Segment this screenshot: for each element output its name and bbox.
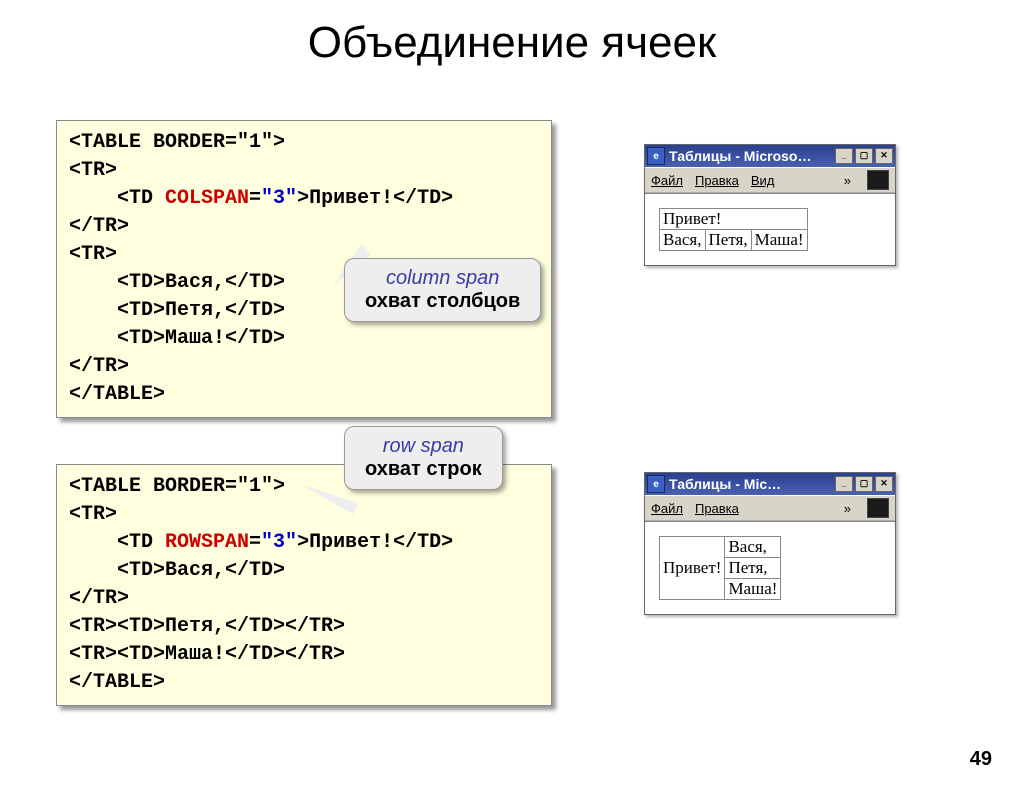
- window-title: Таблицы - Microso…: [669, 148, 811, 164]
- close-button[interactable]: ✕: [875, 476, 893, 492]
- callout-line-2: охват строк: [365, 458, 482, 481]
- maximize-button[interactable]: ▢: [855, 476, 873, 492]
- rendered-table-rowspan: Привет! Вася, Петя, Маша!: [659, 536, 781, 600]
- cell: Вася,: [725, 537, 781, 558]
- callout-column-span: column span охват столбцов: [344, 258, 541, 322]
- code-block-rowspan: <TABLE BORDER="1"> <TR> <TD ROWSPAN="3">…: [56, 464, 552, 706]
- menu-more-icon[interactable]: »: [844, 501, 851, 516]
- cell: Маша!: [751, 230, 807, 251]
- cell: Привет!: [660, 209, 808, 230]
- slide-title: Объединение ячеек: [0, 18, 1024, 68]
- rendered-table-colspan: Привет! Вася, Петя, Маша!: [659, 208, 808, 251]
- ie-icon: e: [647, 475, 665, 493]
- cell: Привет!: [660, 537, 725, 600]
- client-area: Привет! Вася, Петя, Маша!: [645, 521, 895, 614]
- menubar: Файл Правка Вид »: [645, 167, 895, 193]
- throbber-icon: [867, 170, 889, 190]
- callout-line-2: охват столбцов: [365, 290, 520, 313]
- keyword-rowspan: ROWSPAN: [165, 531, 249, 554]
- titlebar: e Таблицы - Microso… _ ▢ ✕: [645, 145, 895, 167]
- browser-window-rowspan: e Таблицы - Mic… _ ▢ ✕ Файл Правка » При…: [644, 472, 896, 615]
- cell: Вася,: [660, 230, 706, 251]
- callout-line-1: row span: [365, 435, 482, 458]
- throbber-icon: [867, 498, 889, 518]
- cell: Маша!: [725, 579, 781, 600]
- maximize-button[interactable]: ▢: [855, 148, 873, 164]
- cell: Петя,: [705, 230, 751, 251]
- menu-edit[interactable]: Правка: [695, 173, 739, 188]
- menu-file[interactable]: Файл: [651, 173, 683, 188]
- menu-file[interactable]: Файл: [651, 501, 683, 516]
- callout-line-1: column span: [365, 267, 520, 290]
- menubar: Файл Правка »: [645, 495, 895, 521]
- window-title: Таблицы - Mic…: [669, 476, 781, 492]
- minimize-button[interactable]: _: [835, 148, 853, 164]
- page-number: 49: [970, 748, 992, 771]
- callout-row-span: row span охват строк: [344, 426, 503, 490]
- close-button[interactable]: ✕: [875, 148, 893, 164]
- menu-edit[interactable]: Правка: [695, 501, 739, 516]
- browser-window-colspan: e Таблицы - Microso… _ ▢ ✕ Файл Правка В…: [644, 144, 896, 266]
- titlebar: e Таблицы - Mic… _ ▢ ✕: [645, 473, 895, 495]
- menu-view[interactable]: Вид: [751, 173, 775, 188]
- client-area: Привет! Вася, Петя, Маша!: [645, 193, 895, 265]
- cell: Петя,: [725, 558, 781, 579]
- minimize-button[interactable]: _: [835, 476, 853, 492]
- menu-more-icon[interactable]: »: [844, 173, 851, 188]
- ie-icon: e: [647, 147, 665, 165]
- keyword-colspan: COLSPAN: [165, 187, 249, 210]
